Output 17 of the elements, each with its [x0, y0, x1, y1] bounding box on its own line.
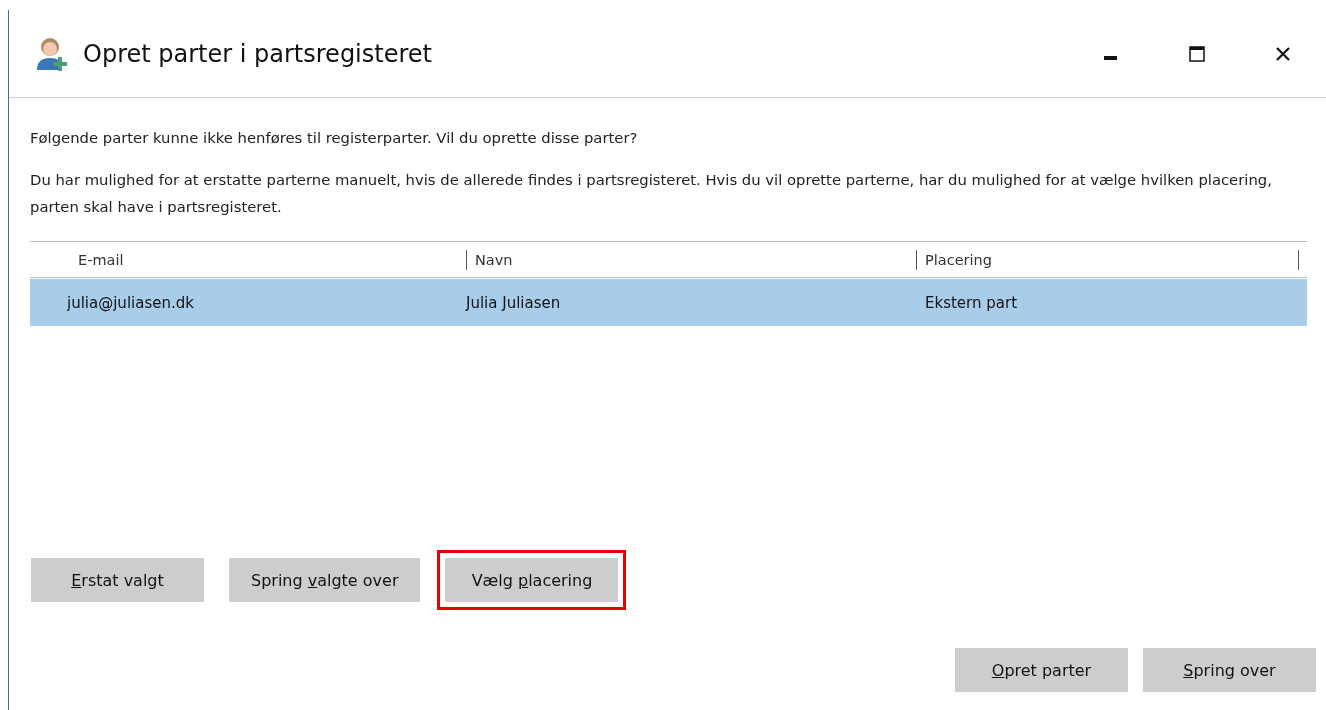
- maximize-icon[interactable]: [1188, 44, 1206, 63]
- message-text: Du har mulighed for at erstatte parterne manuelt, hvis de allerede findes i partsregisteret. Hvis du vil oprette parterne, har du mulighed for at vælge hvilken placering, parten skal have i partsregisteret.: [30, 170, 1273, 217]
- action-button[interactable]: Vælg placering: [445, 558, 619, 602]
- column-header[interactable]: E-mail: [78, 251, 124, 268]
- close-icon[interactable]: [1274, 44, 1292, 63]
- window-title: Opret parter i partsregisteret: [83, 39, 433, 68]
- user-add-icon: [35, 35, 69, 72]
- column-header[interactable]: Placering: [925, 251, 992, 268]
- table-cell[interactable]: Ekstern part: [916, 279, 1307, 326]
- column-header[interactable]: Navn: [475, 251, 513, 268]
- message-text: Følgende parter kunne ikke henføres til registerparter. Vil du oprette disse parter?: [30, 128, 639, 148]
- table-cell[interactable]: julia@juliasen.dk: [30, 279, 466, 326]
- dialog-button[interactable]: Spring over: [1143, 648, 1316, 692]
- action-button[interactable]: Spring valgte over: [229, 558, 421, 602]
- action-button[interactable]: Erstat valgt: [31, 558, 204, 602]
- table-cell[interactable]: Julia Juliasen: [466, 279, 916, 326]
- dialog-button[interactable]: Opret parter: [955, 648, 1128, 692]
